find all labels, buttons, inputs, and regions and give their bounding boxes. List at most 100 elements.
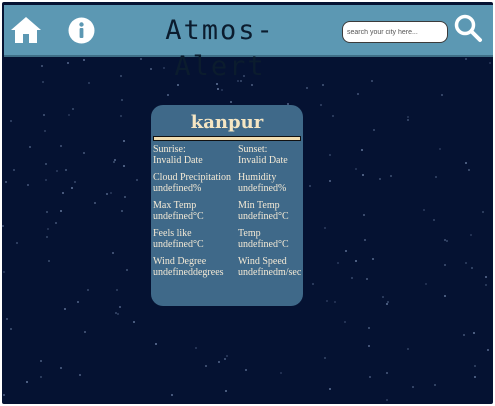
navbar: Atmos-Alert bbox=[4, 5, 493, 82]
stat-label: Sunrise: bbox=[153, 144, 186, 155]
star-dot bbox=[123, 140, 125, 142]
star-dot bbox=[47, 228, 49, 230]
star-dot bbox=[366, 278, 368, 280]
star-dot bbox=[41, 65, 43, 67]
star-dot bbox=[225, 390, 227, 392]
stat-label: Humidity bbox=[238, 172, 277, 183]
star-dot bbox=[136, 179, 138, 181]
star-dot bbox=[470, 234, 472, 236]
star-dot bbox=[434, 384, 436, 386]
star-dot bbox=[326, 300, 328, 302]
stat-label: Sunset: bbox=[238, 144, 268, 155]
stat-value: undefined°C bbox=[238, 211, 289, 222]
star-dot bbox=[71, 187, 73, 189]
star-dot bbox=[468, 169, 470, 171]
star-dot bbox=[119, 306, 121, 308]
star-dot bbox=[56, 170, 58, 172]
star-dot bbox=[3, 271, 5, 273]
home-button[interactable] bbox=[10, 14, 42, 46]
star-dot bbox=[110, 192, 112, 194]
star-dot bbox=[221, 89, 223, 91]
star-dot bbox=[60, 367, 62, 369]
star-dot bbox=[439, 148, 441, 150]
star-dot bbox=[474, 365, 476, 367]
star-dot bbox=[167, 94, 169, 96]
info-button[interactable] bbox=[68, 17, 95, 44]
star-dot bbox=[485, 284, 487, 286]
star-dot bbox=[5, 181, 7, 183]
star-dot bbox=[245, 369, 247, 371]
stat-sunrise: Sunrise: Invalid Date bbox=[153, 144, 203, 166]
star-dot bbox=[337, 262, 339, 264]
star-dot bbox=[40, 376, 42, 378]
star-dot bbox=[195, 347, 197, 349]
stat-temp: Temp undefined°C bbox=[238, 228, 289, 250]
star-dot bbox=[485, 276, 487, 278]
stat-label: Max Temp bbox=[153, 200, 197, 211]
star-dot bbox=[29, 146, 31, 148]
star-dot bbox=[372, 258, 374, 260]
star-dot bbox=[10, 328, 12, 330]
star-dot bbox=[123, 165, 125, 167]
star-dot bbox=[355, 260, 357, 262]
star-dot bbox=[373, 129, 375, 131]
star-dot bbox=[83, 59, 85, 61]
star-dot bbox=[74, 181, 76, 183]
stat-feels-like: Feels like undefined°C bbox=[153, 228, 204, 250]
star-dot bbox=[364, 239, 366, 241]
star-dot bbox=[309, 185, 311, 187]
star-dot bbox=[362, 174, 364, 176]
star-dot bbox=[46, 236, 48, 238]
home-icon bbox=[11, 17, 41, 43]
star-dot bbox=[355, 168, 357, 170]
star-dot bbox=[306, 87, 308, 89]
star-dot bbox=[115, 312, 117, 314]
stat-value: undefined°C bbox=[153, 211, 204, 222]
stat-label: Wind Degree bbox=[153, 256, 207, 267]
star-dot bbox=[322, 84, 324, 86]
star-dot bbox=[113, 161, 115, 163]
star-dot bbox=[121, 210, 123, 212]
star-dot bbox=[26, 381, 28, 383]
star-dot bbox=[83, 152, 85, 154]
star-dot bbox=[473, 332, 475, 334]
star-dot bbox=[435, 176, 437, 178]
star-dot bbox=[369, 376, 371, 378]
star-dot bbox=[386, 303, 388, 305]
star-dot bbox=[361, 149, 363, 151]
stat-value: undefineddegrees bbox=[153, 267, 224, 278]
star-dot bbox=[487, 349, 489, 351]
star-dot bbox=[67, 62, 69, 64]
stat-sunset: Sunset: Invalid Date bbox=[238, 144, 288, 166]
star-dot bbox=[386, 399, 388, 401]
star-dot bbox=[45, 163, 47, 165]
star-dot bbox=[382, 296, 384, 298]
star-dot bbox=[368, 327, 370, 329]
star-dot bbox=[55, 222, 57, 224]
stat-cloud-precipitation: Cloud Precipitation undefined% bbox=[153, 172, 231, 194]
stat-humidity: Humidity undefined% bbox=[238, 172, 286, 194]
star-dot bbox=[84, 331, 86, 333]
star-dot bbox=[79, 374, 81, 376]
star-dot bbox=[474, 376, 476, 378]
star-dot bbox=[120, 115, 122, 117]
search-button[interactable] bbox=[453, 13, 483, 43]
star-dot bbox=[226, 355, 228, 357]
star-dot bbox=[133, 321, 135, 323]
star-dot bbox=[45, 179, 47, 181]
star-dot bbox=[332, 115, 334, 117]
star-dot bbox=[16, 242, 18, 244]
star-dot bbox=[77, 301, 79, 303]
star-dot bbox=[64, 308, 66, 310]
search-input[interactable] bbox=[342, 21, 448, 43]
stat-value: undefined°C bbox=[238, 239, 289, 250]
stat-label: Cloud Precipitation bbox=[153, 172, 232, 183]
star-dot bbox=[329, 180, 331, 182]
city-divider bbox=[153, 136, 301, 141]
star-dot bbox=[407, 116, 409, 118]
star-dot bbox=[112, 252, 114, 254]
star-dot bbox=[465, 162, 467, 164]
star-dot bbox=[124, 196, 126, 198]
star-dot bbox=[425, 283, 427, 285]
star-dot bbox=[280, 372, 282, 374]
